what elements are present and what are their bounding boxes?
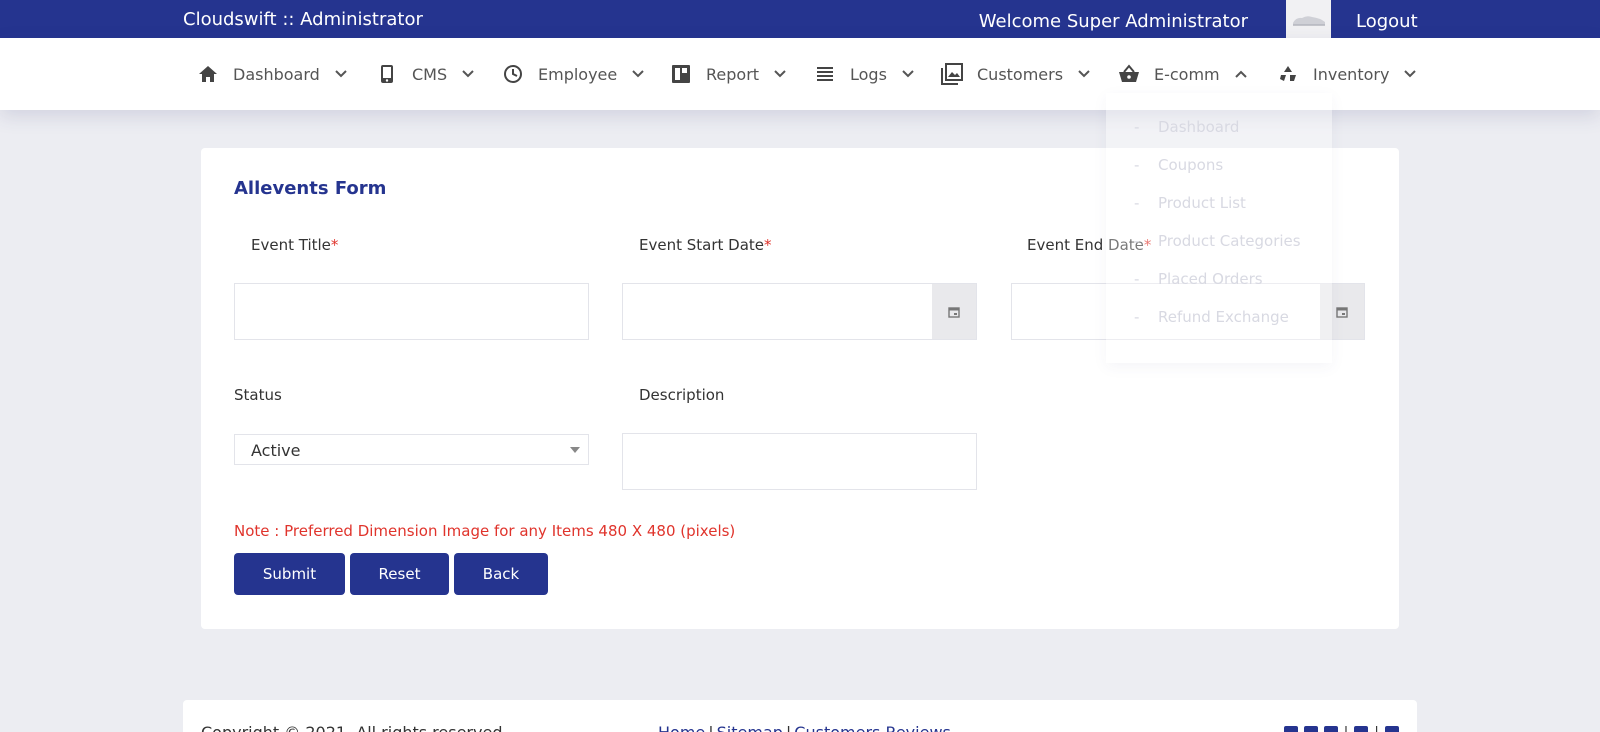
divider: | bbox=[1344, 725, 1349, 732]
ecomm-menu-item-placed-orders[interactable]: - Placed Orders bbox=[1134, 270, 1263, 288]
edit-icon[interactable] bbox=[1385, 726, 1399, 732]
label-text: Event Title bbox=[251, 236, 331, 254]
status-label: Status bbox=[234, 386, 282, 404]
recycle-icon bbox=[1277, 63, 1299, 85]
reset-button[interactable]: Reset bbox=[350, 553, 449, 595]
calendar-icon bbox=[1336, 306, 1348, 318]
chevron-down-icon bbox=[334, 67, 348, 81]
nav-item-dashboard[interactable]: Dashboard bbox=[197, 38, 348, 110]
ecomm-menu-item-dashboard[interactable]: - Dashboard bbox=[1134, 118, 1239, 136]
chevron-down-icon bbox=[1403, 67, 1417, 81]
shoe-image bbox=[1292, 16, 1325, 26]
nav-label: Customers bbox=[977, 64, 1064, 84]
footer-link-home[interactable]: Home bbox=[658, 723, 705, 732]
description-input[interactable] bbox=[622, 433, 977, 490]
social-icons: | | bbox=[1283, 725, 1399, 732]
avatar[interactable] bbox=[1286, 0, 1331, 38]
document-icon[interactable] bbox=[1354, 726, 1369, 732]
eye-icon[interactable] bbox=[1323, 726, 1338, 732]
nav-label: Report bbox=[706, 64, 760, 84]
footer-links: Home|Sitemap|Customers Reviews bbox=[658, 723, 951, 732]
nav-label: Logs bbox=[850, 64, 887, 84]
calendar-icon bbox=[948, 306, 960, 318]
menu-item-label: Product List bbox=[1158, 194, 1246, 212]
description-label: Description bbox=[639, 386, 725, 404]
required-mark: * bbox=[764, 236, 772, 254]
required-mark: * bbox=[330, 236, 339, 254]
status-value: Active bbox=[251, 441, 301, 460]
menu-item-label: Refund Exchange bbox=[1158, 308, 1289, 326]
linkedin-icon[interactable] bbox=[1283, 726, 1298, 732]
nav-label: Dashboard bbox=[233, 64, 320, 84]
welcome-text: Welcome Super Administrator bbox=[978, 11, 1248, 32]
ecomm-dropdown-menu: - Dashboard - Coupons - Product List - Produ… bbox=[1106, 93, 1332, 363]
event-start-date-input[interactable] bbox=[622, 283, 977, 340]
report-icon bbox=[670, 63, 692, 85]
chevron-down-icon bbox=[631, 67, 645, 81]
submit-button[interactable]: Submit bbox=[234, 553, 345, 595]
menu-item-label: Coupons bbox=[1158, 156, 1224, 174]
nav-label: Inventory bbox=[1313, 64, 1390, 84]
logout-link[interactable]: Logout bbox=[1356, 11, 1418, 32]
footer-link-sitemap[interactable]: Sitemap bbox=[717, 723, 783, 732]
note-text: Note : Preferred Dimension Image for any… bbox=[234, 522, 736, 540]
nav-item-report[interactable]: Report bbox=[670, 38, 787, 110]
event-title-input[interactable] bbox=[234, 283, 589, 340]
list-icon bbox=[814, 63, 836, 85]
form-title: Allevents Form bbox=[234, 178, 387, 199]
gallery-icon bbox=[941, 63, 963, 85]
menu-item-label: Placed Orders bbox=[1158, 270, 1263, 288]
ecomm-menu-item-refund-exchange[interactable]: - Refund Exchange bbox=[1134, 308, 1289, 326]
caret-down-icon bbox=[570, 447, 580, 453]
nav-item-cms[interactable]: CMS bbox=[376, 38, 475, 110]
back-button[interactable]: Back bbox=[454, 553, 548, 595]
nav-label: Employee bbox=[538, 64, 618, 84]
divider: | bbox=[1374, 725, 1379, 732]
basket-icon bbox=[1118, 63, 1140, 85]
chevron-down-icon bbox=[773, 67, 787, 81]
clock-icon bbox=[502, 63, 524, 85]
app-title: Cloudswift :: Administrator bbox=[183, 9, 423, 30]
chevron-up-icon bbox=[1234, 67, 1248, 81]
nav-item-employee[interactable]: Employee bbox=[502, 38, 645, 110]
calendar-button[interactable] bbox=[932, 284, 976, 339]
event-start-date-label: Event Start Date* bbox=[639, 236, 772, 254]
footer-link-customers-reviews[interactable]: Customers Reviews bbox=[794, 723, 951, 732]
chevron-down-icon bbox=[901, 67, 915, 81]
main-nav: Dashboard CMS Employee Report Logs Custo… bbox=[0, 38, 1600, 110]
label-text: Event Start Date bbox=[639, 236, 765, 254]
ecomm-menu-item-product-categories[interactable]: - Product Categories bbox=[1134, 232, 1301, 250]
nav-label: CMS bbox=[412, 64, 448, 84]
menu-item-label: Product Categories bbox=[1158, 232, 1301, 250]
ecomm-menu-item-product-list[interactable]: - Product List bbox=[1134, 194, 1246, 212]
event-title-label: Event Title* bbox=[251, 236, 338, 254]
nav-item-customers[interactable]: Customers bbox=[941, 38, 1091, 110]
home-icon bbox=[197, 63, 219, 85]
menu-item-label: Dashboard bbox=[1158, 118, 1240, 136]
chevron-down-icon bbox=[461, 67, 475, 81]
copyright-text: Copyright © 2021. All rights reserved. bbox=[201, 723, 508, 732]
ecomm-menu-item-coupons[interactable]: - Coupons bbox=[1134, 156, 1223, 174]
nav-label: E-comm bbox=[1154, 64, 1220, 84]
top-bar: Cloudswift :: Administrator Welcome Supe… bbox=[0, 0, 1600, 38]
status-select[interactable]: Active bbox=[234, 434, 589, 465]
facebook-icon[interactable] bbox=[1303, 726, 1318, 732]
footer: Copyright © 2021. All rights reserved. H… bbox=[183, 700, 1417, 732]
mobile-icon bbox=[376, 63, 398, 85]
nav-item-logs[interactable]: Logs bbox=[814, 38, 915, 110]
chevron-down-icon bbox=[1077, 67, 1091, 81]
